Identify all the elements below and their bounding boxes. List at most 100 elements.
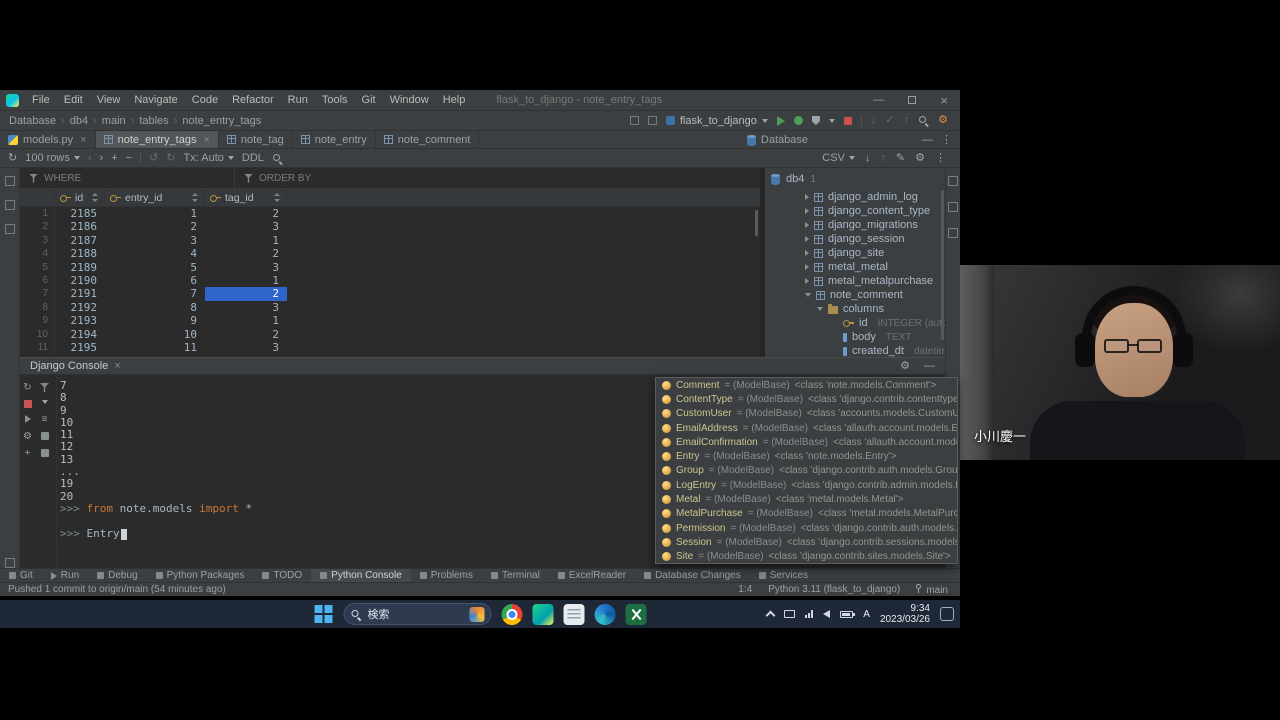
toolwindow-button-todo[interactable]: TODO [253,569,311,582]
cell-id[interactable]: 2187 [55,234,105,247]
new-console-icon[interactable]: + [25,449,31,459]
completion-item[interactable]: EmailAddress= (ModelBase)<class 'allauth… [656,421,957,435]
table-row[interactable]: 8219283 [20,301,760,314]
menu-refactor[interactable]: Refactor [225,94,281,106]
structure-toolwindow-icon[interactable] [5,224,15,234]
tree-table-django_migrations[interactable]: django_migrations [765,218,945,232]
debug-button[interactable] [794,116,803,125]
pycharm-taskbar-icon[interactable] [533,604,554,625]
tree-table-metal_metalpurchase[interactable]: metal_metalpurchase [765,274,945,288]
settings-gear-icon[interactable]: ⚙ [938,115,948,126]
column-header-id[interactable]: id [55,189,105,206]
edit-icon[interactable]: ✎ [896,153,905,164]
cell-id[interactable]: 2193 [55,314,105,327]
menu-edit[interactable]: Edit [57,94,90,106]
completion-item[interactable]: Group= (ModelBase)<class 'django.contrib… [656,464,957,478]
toolwindow-button-excelreader[interactable]: ExcelReader [549,569,635,582]
layout-split-icon[interactable] [648,116,657,125]
cell-entry-id[interactable]: 8 [105,301,205,314]
cell-entry-id[interactable]: 2 [105,220,205,233]
table-row[interactable]: 112195113 [20,341,760,354]
more-run-options-icon[interactable] [829,119,835,123]
grid-more-icon[interactable]: ⋮ [935,153,946,164]
chevron-right-icon[interactable] [805,208,809,214]
search-everywhere-icon[interactable] [918,115,929,126]
undo-icon[interactable]: ↺ [149,153,158,164]
console-settings-icon[interactable]: ⚙ [900,361,910,372]
close-tab-icon[interactable]: × [203,134,209,146]
run-button[interactable] [777,116,785,126]
menu-tools[interactable]: Tools [315,94,355,106]
console-gear-icon[interactable]: ⚙ [23,432,32,442]
tab-note_entry[interactable]: note_entry [293,131,376,148]
completion-item[interactable]: CustomUser= (ModelBase)<class 'accounts.… [656,407,957,421]
tree-columns-node[interactable]: columns [765,302,945,316]
stop-button[interactable] [844,117,852,125]
cell-id[interactable]: 2192 [55,301,105,314]
history-icon[interactable] [41,449,49,457]
tree-table-note_comment[interactable]: note_comment [765,288,945,302]
coverage-button[interactable] [812,116,820,125]
tree-table-django_content_type[interactable]: django_content_type [765,204,945,218]
import-data-icon[interactable]: ↑ [880,153,886,164]
menu-run[interactable]: Run [281,94,315,106]
completion-item[interactable]: Comment= (ModelBase)<class 'note.models.… [656,378,957,392]
database-stripe-icon[interactable] [948,176,958,186]
close-console-icon[interactable]: × [114,360,120,372]
table-row[interactable]: 1218512 [20,207,760,220]
push-icon[interactable]: ↑ [904,115,910,126]
breadcrumb-item[interactable]: db4 [69,115,89,127]
chevron-down-icon[interactable] [805,293,811,297]
chrome-taskbar-icon[interactable] [502,604,523,625]
toolwindow-button-services[interactable]: Services [750,569,817,582]
breadcrumb-item[interactable]: main [101,115,127,127]
previous-page-icon[interactable]: ‹ [88,153,92,164]
tree-table-django_session[interactable]: django_session [765,232,945,246]
maximize-icon[interactable] [908,96,916,104]
completion-item[interactable]: Session= (ModelBase)<class 'django.contr… [656,535,957,549]
database-toolwindow-title[interactable]: Database [747,131,808,149]
completion-item[interactable]: Entry= (ModelBase)<class 'note.models.En… [656,449,957,463]
console-filter-icon[interactable] [40,383,49,392]
cell-entry-id[interactable]: 3 [105,234,205,247]
breadcrumb-item[interactable]: Database [8,115,57,127]
cell-entry-id[interactable]: 6 [105,274,205,287]
add-row-icon[interactable]: + [111,153,117,164]
console-input-text[interactable]: Entry [87,527,120,540]
display-tray-icon[interactable] [784,610,795,618]
close-icon[interactable]: × [940,93,948,108]
toolwindow-button-database-changes[interactable]: Database Changes [635,569,750,582]
cell-tag-id[interactable]: 2 [205,287,287,300]
completion-item[interactable]: LogEntry= (ModelBase)<class 'django.cont… [656,478,957,492]
minimize-icon[interactable]: — [873,96,884,104]
chevron-right-icon[interactable] [805,236,809,242]
commit-icon[interactable]: ✓ [885,115,894,126]
tree-table-metal_metal[interactable]: metal_metal [765,260,945,274]
export-data-icon[interactable]: ↓ [865,153,871,164]
cell-tag-id[interactable]: 2 [205,207,287,220]
hidden-icons-chevron[interactable] [766,611,776,621]
notification-center-icon[interactable] [940,607,954,621]
completion-item[interactable]: Site= (ModelBase)<class 'django.contrib.… [656,550,957,564]
wifi-icon[interactable] [805,610,813,618]
bookmarks-toolwindow-icon[interactable] [5,558,15,568]
hide-panel-icon[interactable]: — [922,135,933,146]
order-by-filter[interactable]: ORDER BY [235,168,320,188]
cell-entry-id[interactable]: 7 [105,287,205,300]
menu-git[interactable]: Git [355,94,383,106]
table-row[interactable]: 102194102 [20,328,760,341]
next-page-icon[interactable]: › [100,153,104,164]
sort-icon[interactable] [92,193,99,202]
menu-navigate[interactable]: Navigate [127,94,184,106]
cell-id[interactable]: 2188 [55,247,105,260]
sort-icon[interactable] [274,193,281,202]
toolwindow-button-python-packages[interactable]: Python Packages [147,569,254,582]
page-size-dropdown[interactable]: 100 rows [25,152,80,164]
update-project-icon[interactable]: ↓ [871,115,877,126]
chevron-right-icon[interactable] [805,264,809,270]
table-row[interactable]: 6219061 [20,274,760,287]
tree-table-django_site[interactable]: django_site [765,246,945,260]
cell-entry-id[interactable]: 1 [105,207,205,220]
table-row[interactable]: 3218731 [20,234,760,247]
cell-tag-id[interactable]: 3 [205,261,287,274]
